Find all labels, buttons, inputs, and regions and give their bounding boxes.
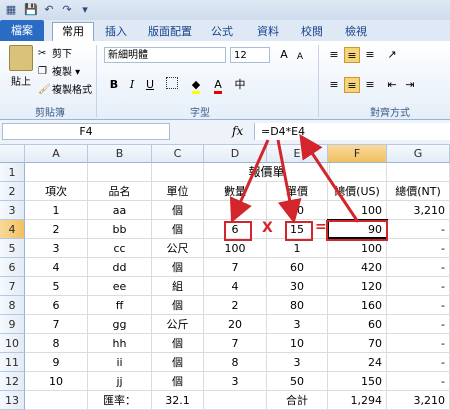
e4-highlight-box	[285, 221, 313, 241]
annotation-overlay	[229, 134, 360, 224]
arrow-to-e4	[276, 139, 302, 224]
equals-sign: =	[315, 219, 327, 235]
arrow-to-d4	[229, 139, 270, 223]
f4-highlight-box	[326, 220, 388, 241]
d4-highlight-box	[224, 221, 252, 241]
multiply-sign: X	[262, 220, 273, 236]
arrow-to-formula	[299, 134, 360, 223]
